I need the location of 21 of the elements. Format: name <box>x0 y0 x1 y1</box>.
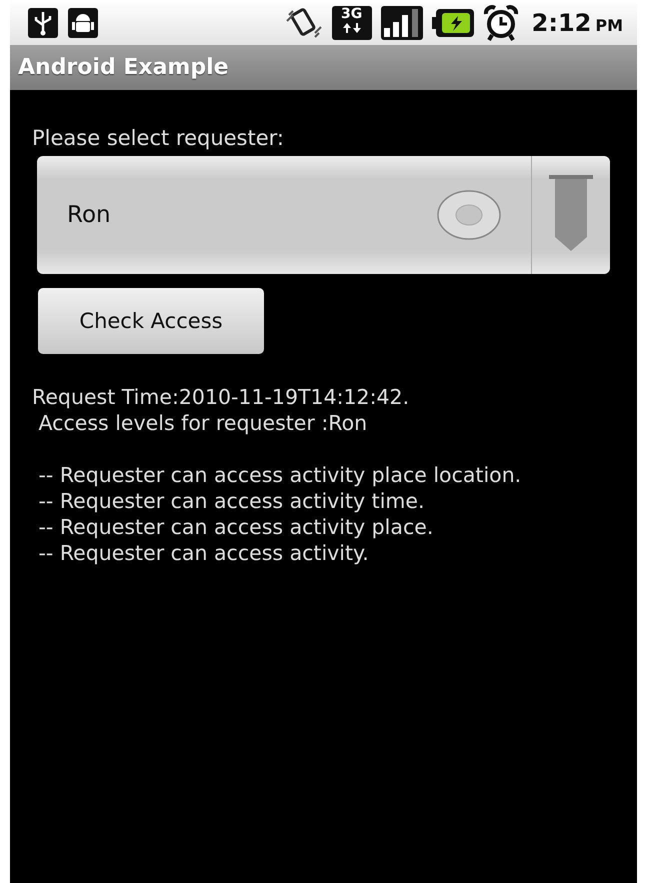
usb-icon <box>28 8 58 38</box>
spinner-value: Ron <box>67 202 112 228</box>
clock-meridiem: PM <box>595 16 623 35</box>
requester-spinner[interactable]: Ron <box>37 156 610 274</box>
vibrate-icon <box>284 6 323 38</box>
robot-icon <box>68 8 98 38</box>
check-access-button[interactable]: Check Access <box>38 288 264 354</box>
app-title: Android Example <box>18 55 229 80</box>
radio-icon <box>437 190 501 240</box>
network-icon: 3G <box>332 6 372 40</box>
access-line: -- Requester can access activity place. <box>38 515 434 539</box>
result-line: Request Time:2010-11-19T14:12:42. <box>32 385 410 409</box>
alarm-clock-icon <box>482 4 519 40</box>
prompt-label: Please select requester: <box>32 126 285 150</box>
access-line: -- Requester can access activity time. <box>38 489 425 513</box>
result-line: Access levels for requester :Ron <box>38 411 368 435</box>
access-line: -- Requester can access activity. <box>38 541 369 565</box>
battery-icon <box>432 8 474 36</box>
signal-icon <box>380 6 423 40</box>
clock-time: 2:12 <box>532 8 592 36</box>
access-line: -- Requester can access activity place location. <box>38 463 522 487</box>
